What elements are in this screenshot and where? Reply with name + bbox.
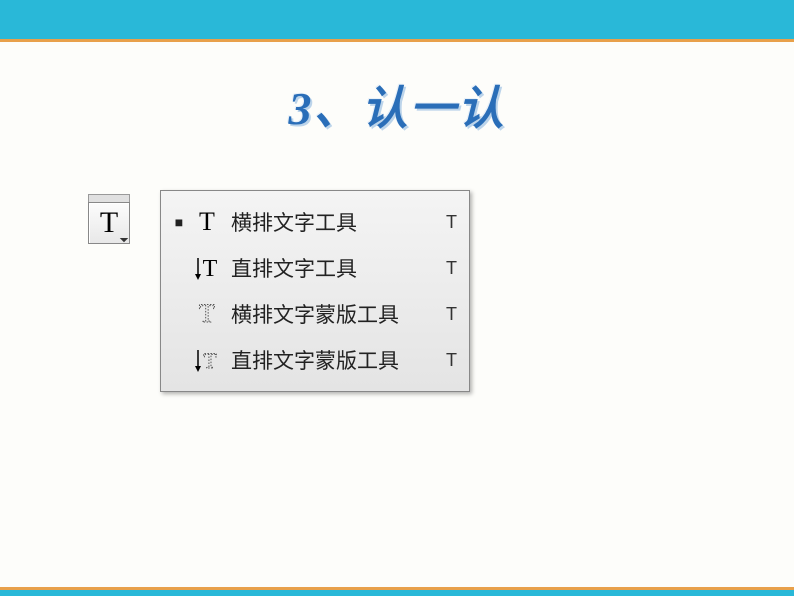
active-bullet-icon: ■ bbox=[169, 214, 189, 230]
tool-menu-area: T ■ T 横排文字工具 T T 直排文字工具 bbox=[88, 190, 470, 392]
menu-item-shortcut: T bbox=[433, 304, 457, 325]
menu-item-vertical-type[interactable]: T 直排文字工具 T bbox=[169, 245, 457, 291]
menu-item-label: 直排文字工具 bbox=[231, 253, 433, 283]
menu-item-label: 横排文字工具 bbox=[231, 207, 433, 237]
tool-button-cap bbox=[88, 194, 130, 202]
svg-text:T: T bbox=[203, 348, 217, 373]
horizontal-type-mask-icon: T bbox=[189, 296, 225, 332]
menu-item-label: 直排文字蒙版工具 bbox=[231, 345, 433, 375]
menu-item-shortcut: T bbox=[433, 350, 457, 371]
svg-text:T: T bbox=[199, 208, 215, 236]
svg-text:T: T bbox=[203, 256, 218, 282]
type-tool-letter: T bbox=[100, 206, 118, 240]
slide-title: 3、认一认 bbox=[0, 72, 794, 138]
menu-item-shortcut: T bbox=[433, 258, 457, 279]
menu-item-horizontal-type[interactable]: ■ T 横排文字工具 T bbox=[169, 199, 457, 245]
vertical-type-icon: T bbox=[189, 250, 225, 286]
type-tool-button[interactable]: T bbox=[88, 202, 130, 244]
vertical-type-mask-icon: T bbox=[189, 342, 225, 378]
menu-item-vertical-type-mask[interactable]: T 直排文字蒙版工具 T bbox=[169, 337, 457, 383]
menu-item-shortcut: T bbox=[433, 212, 457, 233]
horizontal-type-icon: T bbox=[189, 204, 225, 240]
slide-top-border bbox=[0, 0, 794, 42]
svg-text:T: T bbox=[199, 300, 215, 328]
flyout-indicator-icon bbox=[120, 234, 128, 242]
menu-item-label: 横排文字蒙版工具 bbox=[231, 299, 433, 329]
menu-item-horizontal-type-mask[interactable]: T 横排文字蒙版工具 T bbox=[169, 291, 457, 337]
slide-bottom-border bbox=[0, 587, 794, 596]
type-tool-flyout-menu: ■ T 横排文字工具 T T 直排文字工具 T bbox=[160, 190, 470, 392]
